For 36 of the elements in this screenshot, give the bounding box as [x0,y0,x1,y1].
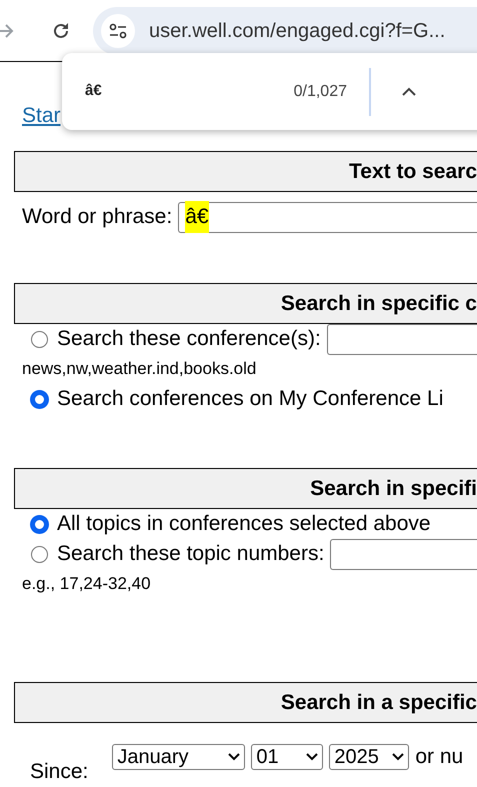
forward-arrow-icon[interactable] [0,22,16,40]
radio-label: Search these topic numbers: [57,541,324,568]
radio-label: Search these conference(s): [57,326,321,352]
chevron-down-icon [306,752,318,761]
reload-icon[interactable] [51,20,71,40]
input-field[interactable]: â€ [178,202,477,232]
radio-label: All topics in conferences selected above [57,511,431,538]
radio-button[interactable] [31,390,48,408]
find-query[interactable]: â€ [85,80,102,103]
section-title: Search in specific c [280,290,477,317]
trailing-text: or nu [415,744,464,770]
dropdown[interactable]: 2025 [329,744,410,770]
field-label: Since: [30,759,88,785]
input-field[interactable] [330,538,477,570]
field-label: Word or phrase: [22,204,172,230]
url-text: user.well.com/engaged.cgi?f=G... [149,18,446,44]
section-title: Search in a specific [280,690,477,716]
input-field[interactable] [326,324,477,354]
chevron-down-icon [392,752,404,761]
hint-text: news,nw,weather.ind,books.old [21,358,258,380]
chevron-up-icon[interactable] [401,86,417,96]
match-count: 0/1,027 [294,82,347,102]
dropdown[interactable]: 01 [251,744,324,770]
radio-button[interactable] [31,330,48,348]
chevron-down-icon [228,752,240,761]
section-title: Search in specifi [310,476,477,502]
radio-button[interactable] [31,516,48,532]
dropdown[interactable]: January [112,744,246,770]
field-value: â€ [185,201,209,233]
radio-button[interactable] [31,546,48,562]
start-link[interactable]: Star [22,104,61,127]
radio-label: Search conferences on My Conference Li [57,386,444,412]
hint-text: e.g., 17,24-32,40 [21,573,152,595]
site-settings-icon[interactable] [101,14,135,48]
section-title: Text to searc [349,158,477,185]
address-bar[interactable]: user.well.com/engaged.cgi?f=G... [93,6,477,54]
